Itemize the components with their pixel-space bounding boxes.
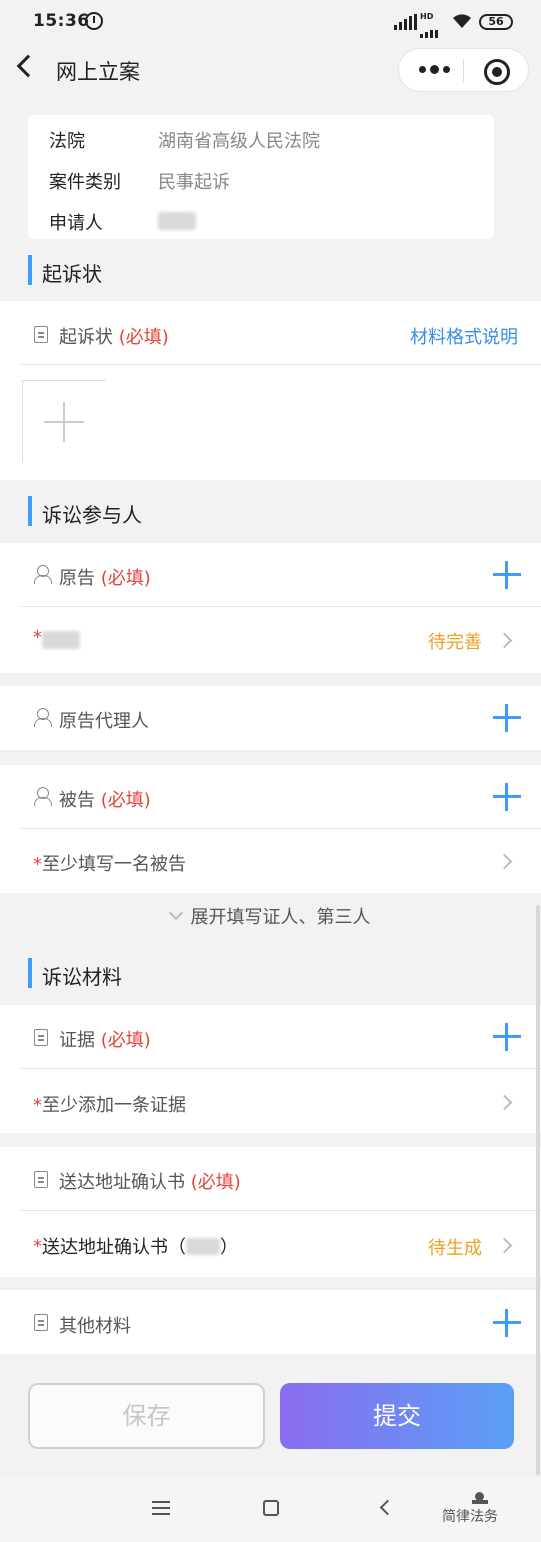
defendant-entry-text: *至少填写一名被告 bbox=[33, 854, 186, 875]
other-materials-label: 其他材料 bbox=[59, 1316, 131, 1337]
other-materials-block: 其他材料 bbox=[0, 1290, 541, 1354]
section-title: 诉讼参与人 bbox=[42, 503, 142, 527]
document-icon bbox=[34, 1171, 48, 1188]
close-miniapp-icon[interactable] bbox=[484, 59, 510, 85]
save-button[interactable]: 保存 bbox=[28, 1383, 265, 1449]
info-row-applicant: 申请人 bbox=[49, 209, 196, 235]
plaintiff-label: 原告 (必填) bbox=[59, 568, 151, 589]
chevron-right-icon bbox=[496, 1237, 513, 1254]
plaintiff-agent-label: 原告代理人 bbox=[59, 711, 149, 732]
battery-icon: 56 bbox=[479, 14, 513, 30]
signal-icon-2 bbox=[420, 22, 438, 38]
plaintiff-block: 原告 (必填) * 待完善 bbox=[0, 543, 541, 673]
miniapp-capsule bbox=[398, 48, 529, 92]
address-confirm-entry-text: * 送达地址确认书（） bbox=[33, 1235, 238, 1259]
hd-label: HD bbox=[420, 12, 434, 21]
submit-button[interactable]: 提交 bbox=[280, 1383, 514, 1449]
add-other-materials-icon[interactable] bbox=[493, 1309, 521, 1337]
redacted-name bbox=[158, 212, 196, 230]
person-icon bbox=[34, 708, 52, 727]
chevron-down-icon bbox=[168, 905, 183, 921]
chevron-right-icon bbox=[496, 632, 513, 649]
section-header-complaint: 起诉状 bbox=[28, 255, 102, 287]
status-text: 待完善 bbox=[428, 632, 482, 653]
address-confirm-block: 送达地址确认书 (必填) * 送达地址确认书（） 待生成 bbox=[0, 1147, 541, 1277]
required-star: * bbox=[33, 627, 42, 648]
info-row-court: 法院 湖南省高级人民法院 bbox=[49, 127, 320, 153]
section-title: 诉讼材料 bbox=[42, 965, 122, 989]
evidence-block: 证据 (必填) *至少添加一条证据 bbox=[0, 1005, 541, 1133]
info-label: 法院 bbox=[49, 131, 85, 152]
add-plaintiff-agent-icon[interactable] bbox=[493, 704, 521, 732]
evidence-entry-text: *至少添加一条证据 bbox=[33, 1095, 186, 1116]
section-accent-bar bbox=[28, 496, 32, 526]
add-plaintiff-icon[interactable] bbox=[493, 561, 521, 589]
required-mark: (必填) bbox=[100, 568, 151, 589]
add-evidence-icon[interactable] bbox=[493, 1023, 521, 1051]
person-icon bbox=[34, 565, 52, 584]
section-header-materials: 诉讼材料 bbox=[28, 958, 122, 990]
person-icon bbox=[34, 787, 52, 806]
case-info-card: 法院 湖南省高级人民法院 案件类别 民事起诉 申请人 bbox=[28, 115, 494, 239]
complaint-label: 起诉状 (必填) bbox=[59, 327, 169, 348]
capsule-divider bbox=[463, 59, 464, 83]
divider bbox=[21, 606, 541, 607]
scrollbar[interactable] bbox=[536, 905, 540, 1475]
section-accent-bar bbox=[28, 255, 32, 285]
section-title: 起诉状 bbox=[42, 262, 102, 286]
info-value: 民事起诉 bbox=[158, 172, 230, 193]
signal-icon bbox=[394, 14, 417, 30]
required-mark: (必填) bbox=[118, 327, 169, 348]
divider bbox=[21, 1210, 541, 1211]
system-back-icon[interactable] bbox=[379, 1499, 396, 1516]
defendant-label: 被告 (必填) bbox=[59, 790, 151, 811]
redacted-name bbox=[42, 631, 80, 649]
page-title: 网上立案 bbox=[56, 60, 140, 84]
status-text: 待生成 bbox=[428, 1238, 482, 1259]
document-icon bbox=[34, 1029, 48, 1046]
upload-add-button[interactable] bbox=[22, 380, 106, 462]
add-defendant-icon[interactable] bbox=[493, 783, 521, 811]
chevron-right-icon bbox=[496, 1094, 513, 1111]
required-mark: (必填) bbox=[100, 790, 151, 811]
document-icon bbox=[34, 326, 48, 343]
info-label: 案件类别 bbox=[49, 172, 121, 193]
divider bbox=[21, 364, 541, 365]
evidence-label: 证据 (必填) bbox=[59, 1030, 151, 1051]
info-row-case-type: 案件类别 民事起诉 bbox=[49, 168, 230, 194]
expand-witness-toggle[interactable]: 展开填写证人、第三人 bbox=[0, 903, 541, 929]
section-header-participants: 诉讼参与人 bbox=[28, 496, 142, 528]
status-bar: 15:36 HD 56 bbox=[0, 0, 541, 46]
wifi-icon bbox=[453, 14, 471, 28]
redacted-text bbox=[186, 1237, 220, 1255]
format-help-link[interactable]: 材料格式说明 bbox=[410, 323, 518, 349]
divider bbox=[21, 1068, 541, 1069]
required-mark: (必填) bbox=[100, 1030, 151, 1051]
plaintiff-agent-block: 原告代理人 bbox=[0, 686, 541, 750]
expand-label: 展开填写证人、第三人 bbox=[190, 907, 371, 928]
status-time: 15:36 bbox=[33, 11, 90, 31]
defendant-block: 被告 (必填) *至少填写一名被告 bbox=[0, 765, 541, 893]
address-confirm-label: 送达地址确认书 (必填) bbox=[59, 1172, 241, 1193]
required-mark: (必填) bbox=[190, 1172, 241, 1193]
back-icon[interactable] bbox=[16, 54, 40, 78]
watermark-text: 简律法务 bbox=[442, 1509, 498, 1525]
more-icon[interactable] bbox=[419, 65, 450, 74]
home-icon[interactable] bbox=[263, 1500, 279, 1516]
info-label: 申请人 bbox=[49, 213, 103, 234]
alarm-icon bbox=[85, 12, 103, 30]
nav-bar: 网上立案 bbox=[0, 46, 541, 96]
info-value: 湖南省高级人民法院 bbox=[158, 131, 320, 152]
system-nav-bar: 简律法务 bbox=[0, 1478, 541, 1542]
divider bbox=[21, 828, 541, 829]
section-accent-bar bbox=[28, 958, 32, 988]
menu-icon[interactable] bbox=[152, 1501, 170, 1515]
chevron-right-icon bbox=[496, 853, 513, 870]
clipboard-icon bbox=[34, 1314, 48, 1331]
